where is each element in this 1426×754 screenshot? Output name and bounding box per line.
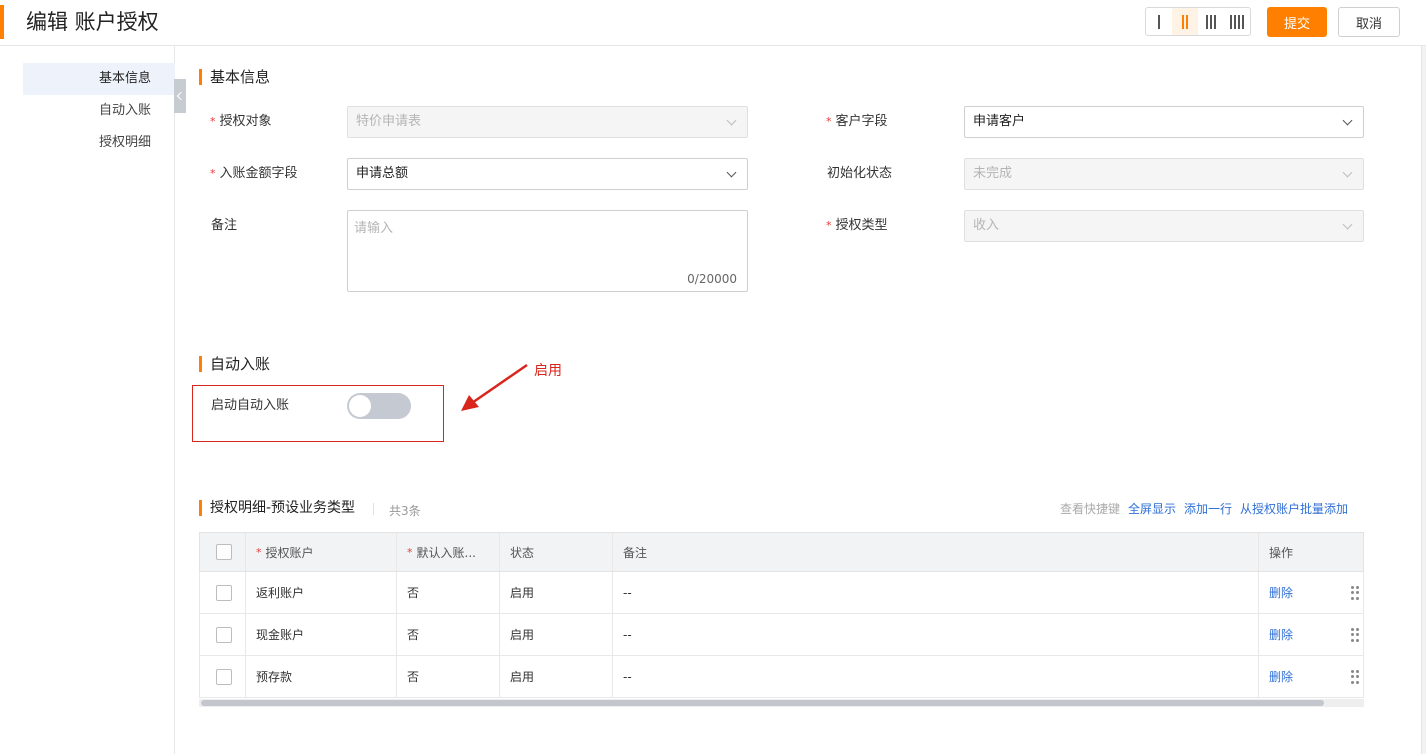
row-count: 共3条 — [389, 504, 421, 518]
layout-1-column-option[interactable] — [1146, 8, 1172, 35]
header-status: 状态 — [500, 533, 613, 571]
section-title-auto: 自动入账 — [199, 355, 270, 373]
header-default: * 默认入账... — [397, 533, 500, 571]
chevron-down-icon — [726, 167, 737, 178]
batch-add-link[interactable]: 从授权账户批量添加 — [1240, 500, 1348, 517]
cell-default[interactable]: 否 — [397, 614, 500, 655]
section-nav-sidebar: 基本信息 自动入账 授权明细 — [0, 46, 175, 754]
table-row: 现金账户 否 启用 -- 删除 — [199, 614, 1364, 656]
delete-row-link[interactable]: 删除 — [1269, 626, 1293, 643]
header-account: * 授权账户 — [246, 533, 397, 571]
delete-row-link[interactable]: 删除 — [1269, 584, 1293, 601]
view-shortcuts-link[interactable]: 查看快捷键 — [1060, 500, 1120, 517]
cell-remark[interactable]: -- — [613, 614, 1259, 655]
remark-char-counter: 0/20000 — [687, 272, 737, 286]
remark-label: 备注 — [211, 218, 238, 233]
table-horizontal-scrollbar[interactable] — [199, 699, 1364, 707]
drag-handle-icon[interactable] — [1351, 670, 1359, 684]
init-status-label: 初始化状态 — [827, 166, 893, 181]
layout-4-column-option[interactable] — [1224, 8, 1250, 35]
title-accent-bar — [0, 5, 4, 39]
table-row: 预存款 否 启用 -- 删除 — [199, 656, 1364, 698]
chevron-down-icon — [1342, 167, 1353, 178]
section-title-basic: 基本信息 — [199, 68, 270, 86]
cell-status[interactable]: 启用 — [500, 572, 613, 613]
chevron-down-icon — [1342, 219, 1353, 230]
row-checkbox[interactable] — [216, 626, 232, 643]
section-title-detail: 授权明细-预设业务类型 — [199, 499, 355, 517]
sidebar-item-basic-info[interactable]: 基本信息 — [23, 63, 175, 95]
drag-handle-icon[interactable] — [1351, 628, 1359, 642]
scrollbar-thumb[interactable] — [201, 700, 1324, 706]
layout-column-switch — [1145, 7, 1251, 36]
required-marker: * — [210, 167, 216, 180]
cell-account[interactable]: 预存款 — [246, 656, 397, 697]
title-divider — [373, 503, 374, 515]
auth-type-label: * 授权类型 — [826, 218, 888, 233]
header-operation: 操作 — [1269, 545, 1294, 560]
page-title: 编辑 账户授权 — [26, 10, 159, 34]
customer-field-select[interactable]: 申请客户 — [964, 106, 1364, 138]
amount-field-label: * 入账金额字段 — [210, 166, 298, 181]
fullscreen-link[interactable]: 全屏显示 — [1128, 500, 1176, 517]
delete-row-link[interactable]: 删除 — [1269, 668, 1293, 685]
required-marker: * — [210, 115, 216, 128]
header-remark: 备注 — [613, 533, 1259, 571]
auto-posting-toggle-label: 启动自动入账 — [211, 398, 290, 413]
sidebar-item-auto-posting[interactable]: 自动入账 — [23, 95, 175, 127]
select-all-checkbox[interactable] — [216, 544, 232, 560]
customer-field-label: * 客户字段 — [826, 114, 888, 129]
row-checkbox[interactable] — [216, 584, 232, 601]
cell-remark[interactable]: -- — [613, 572, 1259, 613]
cancel-button[interactable]: 取消 — [1338, 7, 1400, 37]
chevron-down-icon — [726, 115, 737, 126]
sidebar-item-auth-detail[interactable]: 授权明细 — [23, 127, 175, 159]
auth-object-select: 特价申请表 — [347, 106, 748, 138]
remark-placeholder: 请输入 — [354, 221, 394, 236]
page-header: 编辑 账户授权 提交 取消 — [0, 0, 1426, 46]
table-row: 返利账户 否 启用 -- 删除 — [199, 572, 1364, 614]
auth-type-select: 收入 — [964, 210, 1364, 242]
auto-posting-toggle[interactable] — [347, 393, 411, 419]
cell-account[interactable]: 现金账户 — [246, 614, 397, 655]
chevron-down-icon — [1342, 115, 1353, 126]
remark-textarea[interactable]: 请输入 0/20000 — [347, 210, 748, 292]
layout-2-column-option[interactable] — [1172, 8, 1198, 35]
layout-3-column-option[interactable] — [1198, 8, 1224, 35]
amount-field-select[interactable]: 申请总额 — [347, 158, 748, 190]
cell-status[interactable]: 启用 — [500, 656, 613, 697]
required-marker: * — [826, 219, 832, 232]
cell-account[interactable]: 返利账户 — [246, 572, 397, 613]
annotation-enable-text: 启用 — [534, 363, 562, 379]
cell-default[interactable]: 否 — [397, 572, 500, 613]
header-checkbox-cell — [200, 533, 246, 571]
toggle-knob — [349, 395, 371, 417]
auth-object-label: * 授权对象 — [210, 114, 272, 129]
chevron-left-icon — [176, 91, 186, 101]
cell-remark[interactable]: -- — [613, 656, 1259, 697]
sidebar-collapse-toggle[interactable] — [174, 79, 186, 113]
submit-button[interactable]: 提交 — [1267, 7, 1327, 37]
cell-status[interactable]: 启用 — [500, 614, 613, 655]
cell-default[interactable]: 否 — [397, 656, 500, 697]
required-marker: * — [826, 115, 832, 128]
annotation-arrow-icon — [461, 363, 528, 411]
table-header: * 授权账户 * 默认入账... 状态 备注 操作 — [199, 532, 1364, 572]
page-scrollbar[interactable] — [1421, 46, 1426, 754]
drag-handle-icon[interactable] — [1351, 586, 1359, 600]
add-row-link[interactable]: 添加一行 — [1184, 500, 1232, 517]
row-checkbox[interactable] — [216, 668, 232, 685]
init-status-select: 未完成 — [964, 158, 1364, 190]
